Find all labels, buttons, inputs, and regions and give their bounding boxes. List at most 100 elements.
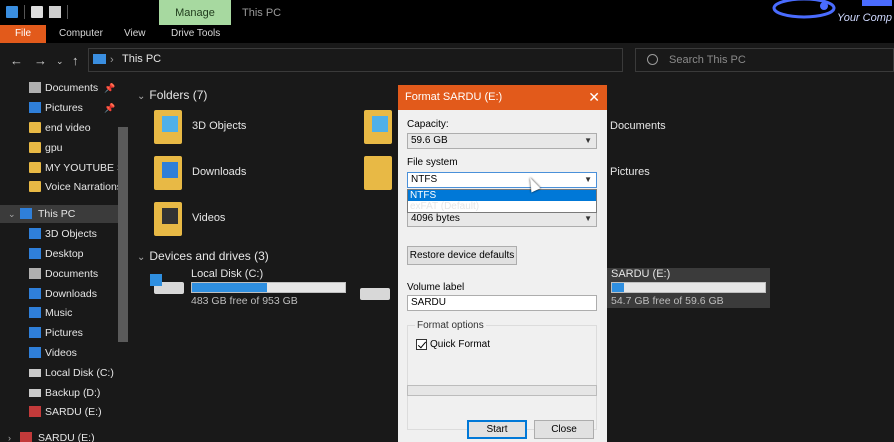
nav-item-my-youtube[interactable]: MY YOUTUBE ST — [0, 159, 118, 177]
start-button[interactable]: Start — [467, 420, 527, 439]
back-arrow-icon[interactable]: ← — [10, 53, 23, 68]
3d-objects-icon — [29, 228, 41, 239]
nav-item-label: Desktop — [45, 248, 84, 260]
properties-icon[interactable] — [31, 6, 43, 18]
tab-computer[interactable]: Computer — [59, 25, 103, 43]
restore-defaults-button[interactable]: Restore device defaults — [407, 246, 517, 265]
folder-label: Videos — [192, 212, 226, 224]
usb-drive-icon — [20, 432, 32, 442]
nav-item-sardu-e-root[interactable]: › SARDU (E:) — [0, 429, 118, 442]
collapse-chevron-icon[interactable]: ⌄ — [137, 91, 145, 102]
search-icon — [647, 54, 658, 65]
drive-local-disk-c[interactable]: Local Disk (C:) 483 GB free of 953 GB — [150, 268, 360, 307]
this-pc-icon — [93, 54, 106, 64]
nav-item-backup-d[interactable]: Backup (D:) — [0, 384, 118, 402]
nav-item-label: Documents — [45, 82, 99, 94]
folder-icon — [29, 122, 41, 133]
expand-chevron-icon[interactable]: › — [8, 429, 11, 442]
address-bar-row: ← → ⌄ ↑ › This PC Search This PC — [0, 43, 894, 77]
videos-icon — [29, 347, 41, 358]
filesystem-select[interactable]: NTFS ▼ — [407, 172, 597, 188]
new-folder-icon[interactable] — [49, 6, 61, 18]
drive-free-space: 483 GB free of 953 GB — [191, 295, 298, 307]
forward-arrow-icon[interactable]: → — [34, 53, 47, 68]
drive-backup-d[interactable] — [360, 286, 400, 322]
option-exfat[interactable]: exFAT (Default) — [408, 201, 596, 212]
nav-item-label: Pictures — [45, 327, 83, 339]
nav-item-music[interactable]: Music — [0, 304, 118, 322]
documents-icon — [29, 268, 41, 279]
tab-drive-tools[interactable]: Drive Tools — [171, 25, 220, 43]
nav-item-desktop[interactable]: Desktop — [0, 245, 118, 263]
breadcrumb[interactable]: This PC — [122, 53, 161, 65]
nav-item-pictures[interactable]: Pictures 📌 — [0, 99, 118, 117]
nav-scrollbar[interactable] — [118, 127, 128, 342]
manage-tab[interactable]: Manage — [159, 0, 231, 25]
folder-label: Downloads — [192, 166, 247, 178]
breadcrumb-chevron-icon[interactable]: › — [110, 54, 114, 66]
format-options-label: Format options — [415, 320, 486, 331]
videos-icon — [154, 202, 182, 236]
format-dialog: Format SARDU (E:) ✕ Capacity: 59.6 GB ▼ … — [398, 85, 607, 442]
nav-item-label: Local Disk (C:) — [45, 367, 114, 379]
capacity-value: 59.6 GB — [411, 135, 448, 146]
devices-section-header[interactable]: ⌄ Devices and drives (3) — [137, 249, 269, 263]
pictures-icon — [29, 327, 41, 338]
window-title: This PC — [242, 7, 282, 19]
folder-label: Pictures — [610, 166, 650, 178]
nav-item-local-disk-c[interactable]: Local Disk (C:) — [0, 364, 118, 382]
pin-icon: 📌 — [104, 103, 116, 113]
nav-item-videos[interactable]: Videos — [0, 344, 118, 362]
close-icon[interactable]: ✕ — [588, 85, 600, 110]
nav-item-sardu-e[interactable]: SARDU (E:) — [0, 403, 118, 421]
nav-item-this-pc[interactable]: ⌄ This PC — [0, 205, 118, 223]
format-options-group: Format options Quick Format — [407, 320, 597, 430]
dialog-title: Format SARDU (E:) — [405, 91, 503, 103]
this-pc-icon[interactable] — [6, 6, 18, 18]
quick-format-label[interactable]: Quick Format — [430, 339, 490, 350]
expand-chevron-icon[interactable]: ⌄ — [8, 205, 16, 223]
filesystem-value: NTFS — [411, 174, 438, 185]
folder-icon — [29, 142, 41, 153]
nav-item-gpu[interactable]: gpu — [0, 139, 118, 157]
nav-item-end-video[interactable]: end video — [0, 119, 118, 137]
capacity-select[interactable]: 59.6 GB ▼ — [407, 133, 597, 149]
search-box[interactable]: Search This PC — [635, 48, 894, 72]
address-field[interactable]: › This PC — [88, 48, 623, 72]
collapse-chevron-icon[interactable]: ⌄ — [137, 252, 145, 263]
nav-item-label: This PC — [38, 208, 76, 220]
nav-item-label: MY YOUTUBE ST — [45, 162, 118, 174]
allocation-unit-select[interactable]: 4096 bytes ▼ — [407, 211, 597, 227]
tab-view[interactable]: View — [124, 25, 146, 43]
nav-item-label: end video — [45, 122, 91, 134]
folders-section-header[interactable]: ⌄ Folders (7) — [137, 88, 207, 102]
nav-item-pictures-pc[interactable]: Pictures — [0, 324, 118, 342]
pictures-icon — [29, 102, 41, 113]
dialog-title-bar[interactable]: Format SARDU (E:) ✕ — [398, 85, 607, 110]
usb-drive-icon — [29, 406, 41, 417]
nav-item-3d-objects[interactable]: 3D Objects — [0, 225, 118, 243]
chevron-down-icon: ▼ — [584, 175, 592, 184]
drive-name: SARDU (E:) — [611, 268, 671, 280]
up-arrow-icon[interactable]: ↑ — [72, 53, 79, 68]
nav-item-label: Voice Narrations — [45, 181, 118, 193]
nav-item-documents[interactable]: Documents 📌 — [0, 79, 118, 97]
navigation-pane: Documents 📌 Pictures 📌 end video gpu MY … — [0, 77, 130, 442]
close-button[interactable]: Close — [534, 420, 594, 439]
quick-format-checkbox[interactable] — [416, 339, 427, 350]
search-input[interactable]: Search This PC — [669, 54, 746, 66]
recent-locations-chevron-icon[interactable]: ⌄ — [56, 56, 64, 67]
tab-file[interactable]: File — [0, 25, 46, 43]
devices-heading: Devices and drives (3) — [149, 249, 269, 263]
nav-item-documents-pc[interactable]: Documents — [0, 265, 118, 283]
nav-item-downloads[interactable]: Downloads — [0, 285, 118, 303]
drive-icon — [29, 369, 41, 377]
pin-icon: 📌 — [104, 83, 116, 93]
volume-label-input[interactable]: SARDU — [407, 295, 597, 311]
this-pc-icon — [20, 208, 32, 219]
format-progress-bar — [407, 385, 597, 396]
folder-icon — [29, 181, 41, 192]
option-ntfs[interactable]: NTFS — [408, 190, 596, 201]
music-icon — [364, 156, 392, 190]
nav-item-voice-narrations[interactable]: Voice Narrations — [0, 178, 118, 196]
